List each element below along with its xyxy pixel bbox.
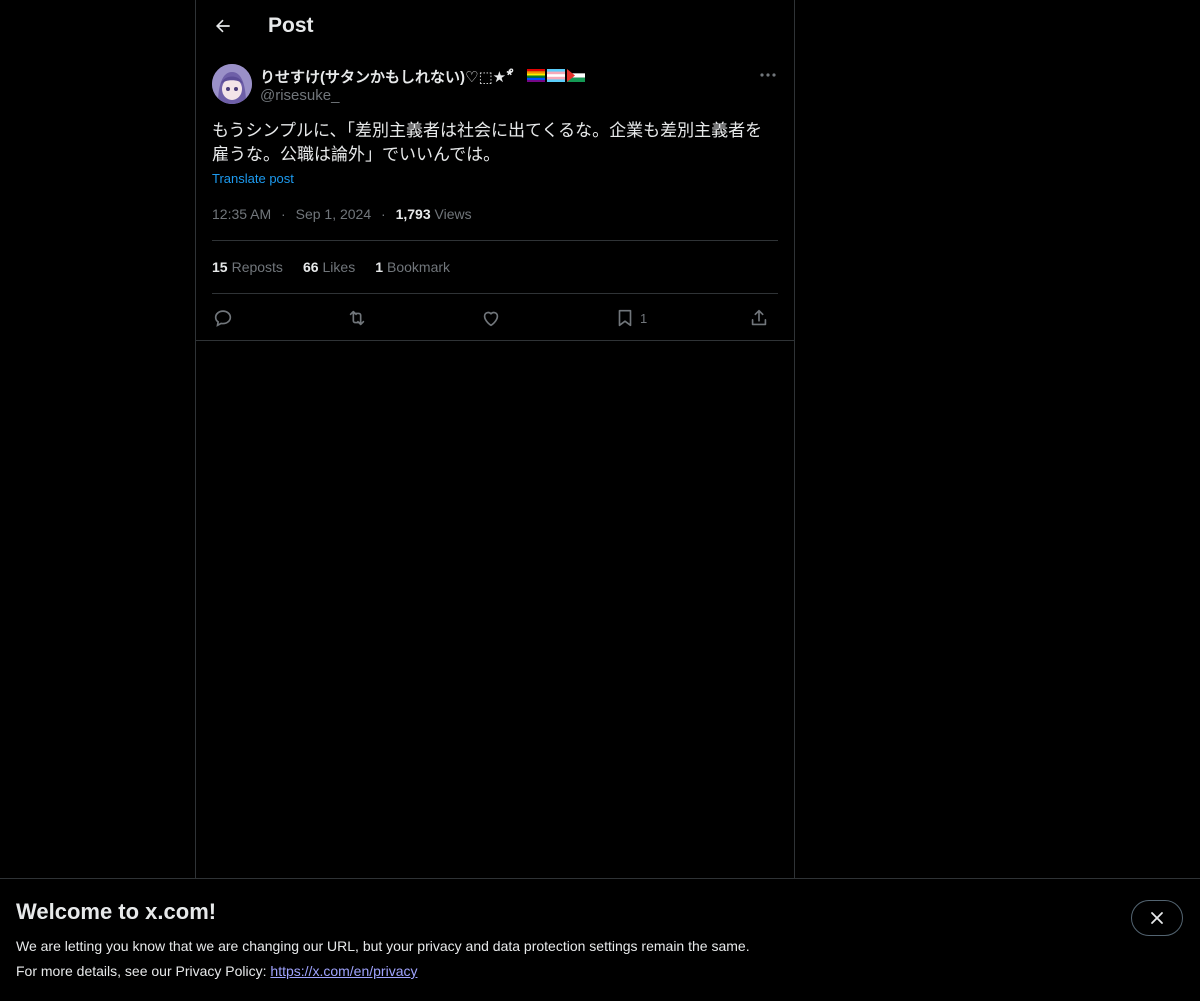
author-name[interactable]: りせすけ(サタンかもしれない)♡⬚★*゚ bbox=[260, 66, 513, 87]
meta-separator: · bbox=[381, 206, 386, 222]
bookmark-count: 1 bbox=[640, 310, 648, 326]
action-bar: 1 bbox=[212, 304, 778, 332]
more-button[interactable] bbox=[756, 65, 780, 85]
views-label: Views bbox=[434, 206, 472, 222]
bookmark-icon bbox=[618, 309, 632, 327]
reply-button[interactable] bbox=[212, 304, 234, 332]
more-horizontal-icon bbox=[760, 73, 776, 77]
flag-emojis bbox=[527, 69, 585, 82]
banner-details-text: For more details, see our Privacy Policy… bbox=[16, 963, 271, 979]
close-icon bbox=[1151, 912, 1163, 924]
reposts-label: Reposts bbox=[231, 259, 283, 275]
share-button[interactable] bbox=[748, 304, 770, 332]
views-count: 1,793 bbox=[395, 206, 431, 222]
likes-count: 66 bbox=[302, 259, 319, 275]
author-handle[interactable]: @risesuke_ bbox=[260, 87, 339, 104]
welcome-banner: Welcome to x.com! We are letting you kno… bbox=[0, 878, 1200, 1001]
bookmarks-stat[interactable]: 1 Bookmark bbox=[375, 259, 450, 275]
post-date[interactable]: Sep 1, 2024 bbox=[296, 206, 372, 222]
share-icon bbox=[751, 309, 767, 326]
banner-details: For more details, see our Privacy Policy… bbox=[16, 963, 417, 979]
palestine-flag-icon bbox=[567, 69, 585, 82]
transgender-flag-icon bbox=[547, 69, 565, 82]
reposts-stat[interactable]: 15 Reposts bbox=[212, 259, 283, 275]
post-time[interactable]: 12:35 AM bbox=[212, 206, 271, 222]
main-column: Post りせすけ(サタンかもしれない)♡⬚★*゚ @risesuke_ もうシ… bbox=[195, 0, 795, 878]
bookmarks-label: Bookmark bbox=[387, 259, 451, 275]
reply-icon bbox=[214, 310, 232, 327]
privacy-policy-link[interactable]: https://x.com/en/privacy bbox=[270, 963, 417, 979]
post-text: もうシンプルに、「差別主義者は社会に出てくるな。企業も差別主義者を 雇うな。公職… bbox=[212, 121, 763, 164]
bookmark-button[interactable]: 1 bbox=[614, 304, 647, 332]
engagement-stats: 15 Reposts 66 Likes 1 Bookmark bbox=[212, 259, 450, 275]
avatar[interactable] bbox=[212, 64, 252, 104]
heart-icon bbox=[483, 311, 499, 327]
back-button[interactable] bbox=[208, 11, 238, 41]
likes-label: Likes bbox=[322, 259, 356, 275]
likes-stat[interactable]: 66 Likes bbox=[303, 259, 355, 275]
banner-title: Welcome to x.com! bbox=[16, 899, 217, 924]
post-meta: 12:35 AM · Sep 1, 2024 · 1,793 Views bbox=[212, 206, 472, 222]
reposts-count: 15 bbox=[212, 259, 228, 275]
divider bbox=[212, 293, 778, 294]
bookmarks-count: 1 bbox=[375, 259, 383, 275]
avatar-image bbox=[212, 64, 252, 104]
divider bbox=[196, 340, 794, 341]
arrow-left-icon bbox=[216, 19, 230, 33]
like-button[interactable] bbox=[480, 304, 502, 332]
banner-message: We are letting you know that we are chan… bbox=[16, 938, 750, 954]
meta-separator: · bbox=[281, 206, 286, 222]
repost-icon bbox=[349, 310, 365, 326]
rainbow-flag-icon bbox=[527, 69, 545, 82]
page-title: Post bbox=[268, 14, 314, 37]
close-banner-button[interactable] bbox=[1131, 900, 1183, 936]
page-header: Post bbox=[196, 0, 794, 53]
translate-post-link[interactable]: Translate post bbox=[212, 171, 294, 186]
repost-button[interactable] bbox=[346, 304, 368, 332]
divider bbox=[212, 240, 778, 241]
